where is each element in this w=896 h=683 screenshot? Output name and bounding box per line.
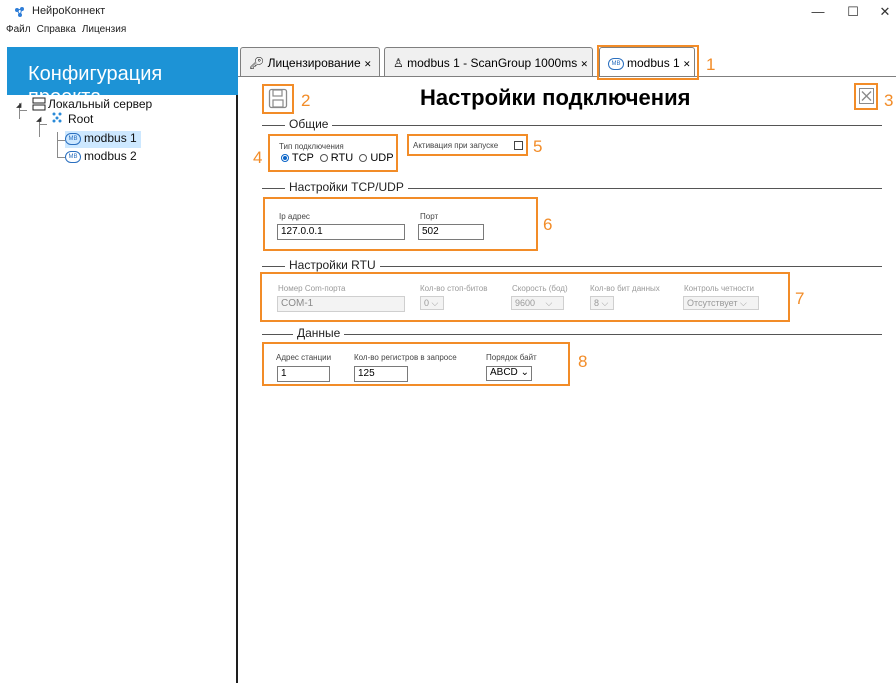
byte-order-select[interactable]: ABCD ⌄ bbox=[486, 366, 532, 381]
key-icon: 🔑︎ bbox=[249, 56, 265, 70]
tree-item-server[interactable]: Локальный сервер bbox=[48, 97, 152, 111]
station-address-label: Адрес станции bbox=[276, 353, 332, 362]
tab-scangroup[interactable]: ♙ modbus 1 - ScanGroup 1000ms ✕ bbox=[384, 47, 593, 77]
close-window-button[interactable]: ✕ bbox=[877, 4, 893, 20]
radio-tcp[interactable]: TCP bbox=[281, 152, 314, 164]
tree-item-modbus-1[interactable]: MB modbus 1 bbox=[65, 131, 141, 148]
annotation-number-3: 3 bbox=[884, 91, 894, 110]
annotation-number-2: 2 bbox=[301, 91, 311, 110]
tab-strip-border bbox=[238, 76, 896, 77]
connection-type-label: Тип подключения bbox=[279, 142, 344, 151]
tab-licensing[interactable]: 🔑︎ Лицензирование ✕ bbox=[240, 47, 380, 77]
menu-license[interactable]: Лицензия bbox=[82, 24, 126, 35]
root-nodes-icon bbox=[52, 112, 62, 123]
group-divider bbox=[262, 125, 882, 126]
data-bits-label: Кол-во бит данных bbox=[590, 284, 660, 293]
chevron-down-icon: ⌵ bbox=[545, 298, 553, 308]
baud-rate-label: Скорость (бод) bbox=[512, 284, 568, 293]
window-title: НейроКоннект bbox=[32, 5, 106, 17]
ip-address-label: Ip адрес bbox=[279, 212, 310, 221]
group-tcp-label: Настройки TCP/UDP bbox=[285, 180, 408, 194]
registers-count-label: Кол-во регистров в запросе bbox=[354, 353, 457, 362]
expand-arrow-icon[interactable]: ◢ bbox=[36, 115, 41, 123]
port-input[interactable]: 502 bbox=[418, 224, 484, 240]
expand-arrow-icon[interactable]: ◢ bbox=[16, 101, 21, 109]
tree-line bbox=[57, 140, 65, 141]
minimize-button[interactable]: — bbox=[810, 4, 826, 19]
port-label: Порт bbox=[420, 212, 439, 221]
close-page-icon[interactable] bbox=[859, 88, 874, 104]
station-address-input[interactable]: 1 bbox=[277, 366, 330, 382]
tree-item-root[interactable]: Root bbox=[68, 112, 93, 126]
radio-rtu[interactable]: RTU bbox=[319, 152, 353, 164]
annotation-number-7: 7 bbox=[795, 289, 805, 308]
group-data-label: Данные bbox=[293, 326, 345, 340]
chevron-down-icon: ⌵ bbox=[740, 298, 747, 308]
connection-type-radio-group: TCP RTU UDP bbox=[281, 152, 394, 164]
baud-rate-select[interactable]: 9600 ⌵ bbox=[511, 296, 564, 310]
tree-line bbox=[57, 132, 58, 158]
annotation-box-1 bbox=[597, 45, 699, 80]
close-tab-icon[interactable]: ✕ bbox=[581, 59, 589, 69]
tree-line bbox=[57, 157, 65, 158]
parity-label: Контроль четности bbox=[684, 284, 754, 293]
group-icon: ♙ bbox=[393, 56, 404, 70]
com-port-input[interactable]: COM-1 bbox=[277, 296, 405, 312]
title-bar bbox=[0, 0, 896, 24]
tree-item-label: modbus 2 bbox=[84, 149, 137, 163]
chevron-down-icon: ⌵ bbox=[601, 298, 609, 308]
tree-line bbox=[39, 124, 47, 125]
server-icon bbox=[32, 97, 46, 111]
app-logo-icon bbox=[15, 7, 24, 17]
annotation-number-6: 6 bbox=[543, 215, 553, 234]
byte-order-label: Порядок байт bbox=[486, 353, 537, 362]
modbus-icon: MB bbox=[65, 132, 81, 145]
close-tab-icon[interactable]: ✕ bbox=[364, 59, 372, 69]
chevron-down-icon: ⌄ bbox=[520, 367, 529, 378]
autostart-label: Активация при запуске bbox=[413, 141, 499, 150]
annotation-number-4: 4 bbox=[253, 148, 263, 167]
chevron-down-icon: ⌵ bbox=[431, 298, 439, 308]
com-port-label: Номер Com-порта bbox=[278, 284, 346, 293]
data-bits-select[interactable]: 8 ⌵ bbox=[590, 296, 614, 310]
annotation-number-5: 5 bbox=[533, 137, 543, 156]
menu-file[interactable]: Файл bbox=[6, 24, 31, 35]
radio-udp[interactable]: UDP bbox=[359, 152, 394, 164]
maximize-button[interactable]: ☐ bbox=[845, 4, 861, 20]
page-title: Настройки подключения bbox=[420, 85, 691, 110]
annotation-number-8: 8 bbox=[578, 352, 588, 371]
menu-bar: Файл Справка Лицензия bbox=[0, 24, 240, 38]
autostart-checkbox[interactable] bbox=[514, 141, 523, 150]
parity-select[interactable]: Отсутствует ⌵ bbox=[683, 296, 759, 310]
tree-item-label: modbus 1 bbox=[84, 131, 137, 145]
project-panel-header: Конфигурация проекта bbox=[7, 47, 238, 108]
modbus-icon: MB bbox=[65, 150, 81, 163]
save-icon[interactable] bbox=[268, 88, 288, 109]
group-general-label: Общие bbox=[285, 117, 333, 131]
group-rtu-label: Настройки RTU bbox=[285, 258, 380, 272]
registers-count-input[interactable]: 125 bbox=[354, 366, 408, 382]
menu-help[interactable]: Справка bbox=[37, 24, 76, 35]
ip-address-input[interactable]: 127.0.0.1 bbox=[277, 224, 405, 240]
group-divider bbox=[262, 334, 882, 335]
stop-bits-select[interactable]: 0 ⌵ bbox=[420, 296, 444, 310]
tree-item-modbus-2[interactable]: MB modbus 2 bbox=[65, 149, 137, 163]
tree-line bbox=[19, 110, 27, 111]
stop-bits-label: Кол-во стоп-битов bbox=[420, 284, 488, 293]
annotation-number-1: 1 bbox=[706, 55, 716, 74]
